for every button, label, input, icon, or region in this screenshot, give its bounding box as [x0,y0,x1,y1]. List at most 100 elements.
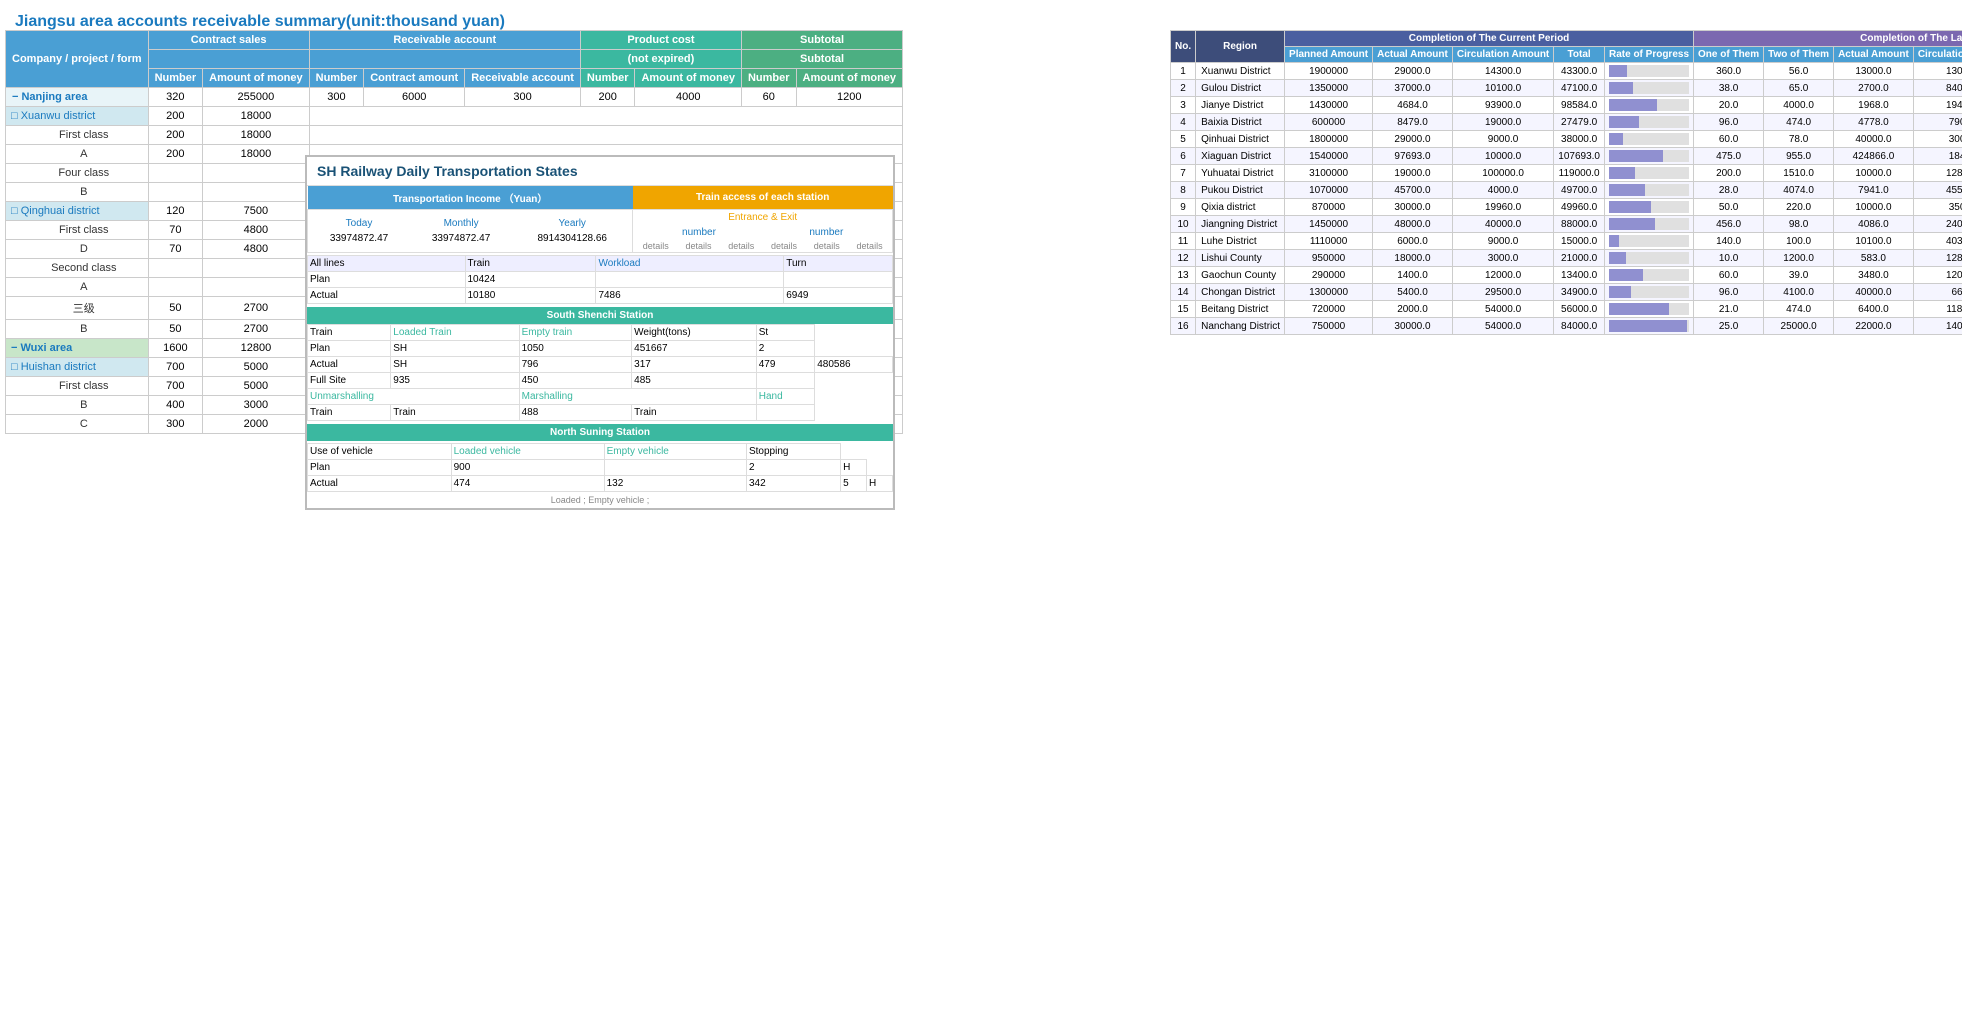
cell-no: 10 [1171,216,1196,233]
cell-region: Pukou District [1196,182,1285,199]
um-empty [756,405,815,421]
railway-title: SH Railway Daily Transportation States [317,163,578,179]
s-actual-317: 317 [632,357,757,373]
cell-planned: 1450000 [1285,216,1373,233]
cell-progress [1604,80,1693,97]
row-empty-0 [309,107,902,126]
col-amt3: Amount of money [635,69,742,88]
row-name-16: C [6,415,149,434]
s-plan-st: 2 [756,341,815,357]
period-yearly: Yearly [512,216,632,231]
v-actual-5: 5 [841,476,867,492]
th-current: Completion of The Current Period [1285,31,1694,47]
train-label: Train [308,325,391,341]
v-actual-132: 132 [604,476,746,492]
cell-two: 100.0 [1764,233,1834,250]
cell-region: Lishui County [1196,250,1285,267]
cell-planned: 1540000 [1285,148,1373,165]
cell-no: 14 [1171,284,1196,301]
period-today: Today [308,216,410,231]
col-product-cost: Product cost [580,31,741,50]
s-actual-label: Actual [308,357,391,373]
th-one: One of Them [1694,47,1764,63]
cell-circ: 40000.0 [1452,216,1553,233]
v-use-label: Use of vehicle [308,444,452,460]
row-name-10: 三级 [6,297,149,320]
entrance-exit: Entrance & Exit [633,210,892,225]
table-row: 5 Qinhuai District 1800000 29000.0 9000.… [1171,131,1962,148]
row-num1-11: 50 [148,320,203,339]
actual-train: 10180 [465,288,596,304]
cell-one: 50.0 [1694,199,1764,216]
cell-one: 60.0 [1694,131,1764,148]
cell-actual: 19000.0 [1373,165,1453,182]
um-train: Train [308,405,391,421]
row-num1-7: 70 [148,240,203,259]
cell-last-actual: 10000.0 [1834,199,1914,216]
table-row: 11 Luhe District 1110000 6000.0 9000.0 1… [1171,233,1962,250]
row-num1-10: 50 [148,297,203,320]
cell-circ: 54000.0 [1452,301,1553,318]
cell-last-circ: 3507.0 [1913,199,1962,216]
cell-total: 38000.0 [1554,131,1605,148]
marshalling-label: Marshalling [519,389,756,405]
cell-actual: 4684.0 [1373,97,1453,114]
cell-last-actual: 10100.0 [1834,233,1914,250]
cell-one: 96.0 [1694,114,1764,131]
col-contract-sales: Contract sales [148,31,309,50]
th-actual: Actual Amount [1373,47,1453,63]
v-stop-label: Stopping [746,444,840,460]
area-nanjing: − Nanjing area [6,88,149,107]
cell-last-circ: 84000.0 [1913,80,1962,97]
cell-total: 47100.0 [1554,80,1605,97]
cell-progress [1604,148,1693,165]
cell-planned: 750000 [1285,318,1373,335]
right-section: No. Region Completion of The Current Per… [1170,30,1962,335]
cell-last-actual: 4778.0 [1834,114,1914,131]
cell-region: Baixia District [1196,114,1285,131]
cell-actual: 29000.0 [1373,131,1453,148]
row-amt1-10: 2700 [203,297,310,320]
number-label-1: number [682,227,716,238]
v-actual-342: 342 [746,476,840,492]
st-label: St [756,325,815,341]
col-num2: Number [309,69,364,88]
cell-no: 5 [1171,131,1196,148]
table-row: 12 Lishui County 950000 18000.0 3000.0 2… [1171,250,1962,267]
row-num1-13: 700 [148,358,203,377]
cell-circ: 4000.0 [1452,182,1553,199]
cell-region: Xuanwu District [1196,63,1285,80]
row-num1-6: 70 [148,221,203,240]
row-amt1-7: 4800 [203,240,310,259]
cell-planned: 600000 [1285,114,1373,131]
cell-actual: 1400.0 [1373,267,1453,284]
cell-region: Gaochun County [1196,267,1285,284]
cell-last-circ: 12843.0 [1913,165,1962,182]
th-last-circ: Circulation Amount [1913,47,1962,63]
row-amt1-12: 12800 [203,339,310,358]
cell-last-circ: 40300.0 [1913,233,1962,250]
col-company: Company / project / form [6,31,149,88]
col-turn: Turn [784,256,893,272]
cell-circ: 10000.0 [1452,148,1553,165]
station-header: Train access of each station [633,186,893,210]
table-row: 10 Jiangning District 1450000 48000.0 40… [1171,216,1962,233]
loaded-note: Loaded ; [551,495,589,505]
col-amt4: Amount of money [796,69,903,88]
s-fullsite-935: 935 [391,373,519,389]
cell-last-circ: 13000.0 [1913,63,1962,80]
table-row: 15 Beitang District 720000 2000.0 54000.… [1171,301,1962,318]
plan-train: 10424 [465,272,596,288]
row-amt1-1: 18000 [203,126,310,145]
col-alllines: All lines [308,256,466,272]
cell-region: Xiaguan District [1196,148,1285,165]
cell-actual: 2000.0 [1373,301,1453,318]
main-transport-table: No. Region Completion of The Current Per… [1170,30,1962,335]
nanjing-num2: 300 [309,88,364,107]
cell-no: 1 [1171,63,1196,80]
cell-region: Chongan District [1196,284,1285,301]
cell-one: 21.0 [1694,301,1764,318]
actual-workload: 7486 [596,288,784,304]
s-fullsite-485: 485 [632,373,757,389]
row-name-15: B [6,396,149,415]
